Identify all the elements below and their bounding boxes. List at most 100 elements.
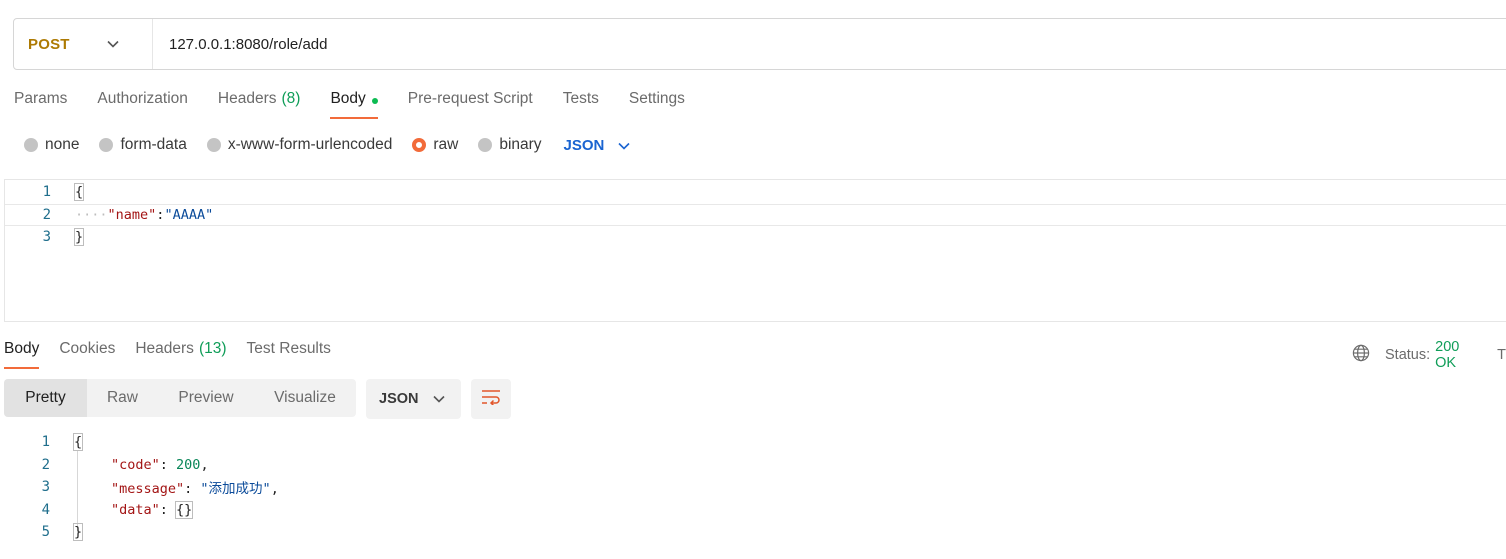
response-format-label: JSON — [379, 391, 419, 407]
response-body-viewer[interactable]: 1 { 2 "code": 200, 3 "message": "添加成功", … — [4, 431, 1506, 555]
tab-params[interactable]: Params — [14, 88, 67, 119]
view-raw[interactable]: Raw — [87, 379, 158, 417]
code-line: 3 } — [5, 226, 1506, 249]
radio-none[interactable]: none — [24, 136, 79, 154]
url-input[interactable]: 127.0.0.1:8080/role/add — [153, 36, 327, 53]
json-value: "AAAA" — [164, 206, 214, 223]
tab-label: Authorization — [97, 90, 188, 107]
code-text: "code": 200, — [111, 457, 209, 473]
line-number: 5 — [41, 524, 50, 541]
json-key: "code" — [111, 456, 160, 473]
tab-label: Headers — [135, 340, 194, 357]
close-brace: } — [72, 523, 84, 542]
tab-settings[interactable]: Settings — [629, 88, 685, 119]
radio-circle[interactable] — [24, 138, 38, 152]
radio-label: raw — [433, 136, 459, 153]
request-url-bar: POST 127.0.0.1:8080/role/add — [13, 18, 1506, 70]
code-line: 3 "message": "添加成功", — [4, 476, 1506, 499]
time-label-truncated: T — [1497, 347, 1506, 363]
tab-label: Tests — [562, 90, 599, 107]
json-key: "message" — [111, 481, 185, 498]
chevron-down-icon — [432, 391, 445, 407]
tab-label: Params — [14, 90, 68, 107]
code-line: 5 } — [4, 521, 1506, 544]
tab-label: Settings — [628, 90, 685, 107]
json-comma: , — [270, 481, 279, 498]
line-number: 3 — [42, 229, 51, 246]
code-text: "message": "添加成功", — [111, 477, 279, 497]
status-value[interactable]: 200 OK — [1435, 339, 1483, 371]
json-value: "添加成功" — [200, 481, 271, 498]
code-text: { — [73, 183, 85, 202]
radio-form-data[interactable]: form-data — [99, 136, 187, 154]
modified-dot-icon — [371, 98, 378, 104]
response-tab-headers[interactable]: Headers (13) — [135, 338, 226, 369]
method-label: POST — [28, 35, 70, 53]
globe-icon[interactable] — [1352, 344, 1370, 366]
radio-raw[interactable]: raw — [412, 136, 458, 154]
line-number: 1 — [42, 184, 51, 201]
tab-authorization[interactable]: Authorization — [97, 88, 187, 119]
method-select[interactable]: POST — [14, 19, 153, 69]
view-pretty[interactable]: Pretty — [4, 379, 87, 417]
json-colon: : — [159, 456, 177, 473]
radio-label: form-data — [120, 136, 187, 153]
json-key: "data" — [111, 501, 160, 518]
tab-label: Cookies — [59, 340, 116, 357]
body-type-radio-group: none form-data x-www-form-urlencoded raw… — [24, 134, 630, 156]
code-line: 2 "code": 200, — [4, 454, 1506, 477]
response-view-tabs: Pretty Raw Preview Visualize — [4, 379, 356, 417]
json-comma: , — [200, 456, 209, 473]
radio-circle-selected[interactable] — [412, 138, 427, 152]
tab-body[interactable]: Body — [330, 88, 379, 119]
code-line: 1 { — [5, 181, 1506, 204]
indent-dots: ···· — [75, 206, 108, 223]
response-format-select[interactable]: JSON — [366, 379, 461, 419]
radio-circle[interactable] — [99, 138, 114, 152]
wrap-lines-icon — [481, 389, 501, 410]
tab-tests[interactable]: Tests — [563, 88, 599, 119]
close-brace: } — [73, 228, 85, 247]
radio-x-www-form-urlencoded[interactable]: x-www-form-urlencoded — [206, 136, 392, 154]
code-line: 1 { — [4, 431, 1506, 454]
json-colon: : — [184, 481, 201, 498]
line-number: 4 — [41, 501, 50, 518]
code-text: ····"name":"AAAA" — [75, 207, 213, 223]
wrap-lines-button[interactable] — [471, 379, 511, 419]
tab-headers[interactable]: Headers (8) — [218, 88, 301, 119]
radio-circle[interactable] — [478, 138, 493, 152]
view-visualize[interactable]: Visualize — [254, 379, 356, 417]
json-value: {} — [175, 500, 194, 519]
json-value: 200 — [176, 456, 201, 473]
body-format-select[interactable]: JSON — [564, 137, 631, 154]
radio-label: binary — [499, 136, 542, 153]
radio-label: none — [45, 136, 80, 153]
tab-label: Headers — [217, 90, 277, 107]
headers-count: (8) — [281, 90, 301, 107]
line-number: 2 — [41, 456, 50, 473]
tab-pre-request-script[interactable]: Pre-request Script — [408, 88, 533, 119]
open-brace: { — [73, 183, 85, 202]
open-brace: { — [72, 433, 84, 452]
radio-binary[interactable]: binary — [478, 136, 542, 154]
response-status: Status: 200 OK T — [1352, 339, 1506, 371]
json-key: "name" — [107, 206, 157, 223]
response-tab-test-results[interactable]: Test Results — [247, 338, 331, 369]
line-number: 2 — [42, 206, 51, 223]
view-preview[interactable]: Preview — [158, 379, 254, 417]
chevron-down-icon — [618, 137, 630, 154]
chevron-down-icon — [107, 35, 119, 53]
response-tab-body[interactable]: Body — [4, 338, 40, 369]
request-body-editor[interactable]: 1 { 2 ····"name":"AAAA" 3 } — [4, 179, 1506, 322]
radio-circle[interactable] — [206, 138, 221, 152]
body-format-label: JSON — [563, 136, 605, 154]
code-text: { — [72, 433, 84, 452]
line-number: 1 — [41, 434, 50, 451]
tab-label: Pre-request Script — [407, 90, 533, 107]
code-line: 4 "data": {} — [4, 499, 1506, 522]
code-text: "data": {} — [111, 500, 194, 519]
json-colon: : — [159, 501, 177, 518]
response-tab-cookies[interactable]: Cookies — [59, 338, 115, 369]
response-tabs: Body Cookies Headers (13) Test Results — [4, 338, 351, 370]
request-tabs: Params Authorization Headers (8) Body Pre… — [14, 88, 715, 120]
